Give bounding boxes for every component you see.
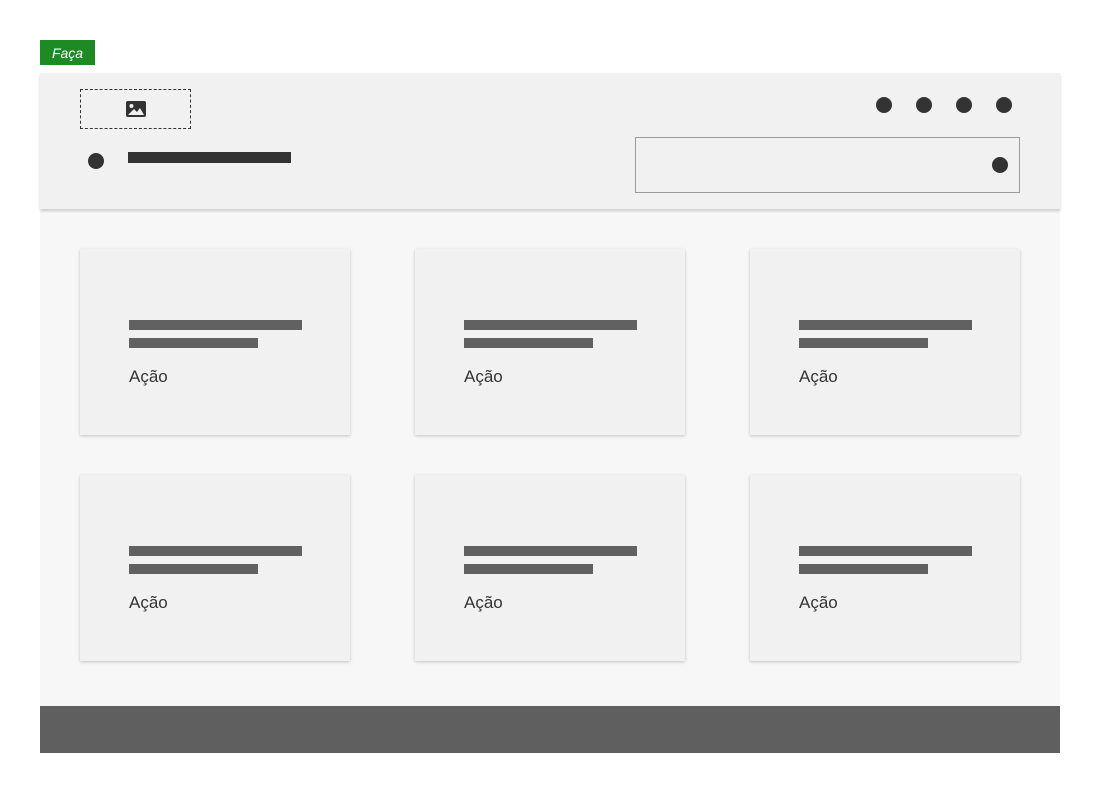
card-action-link[interactable]: Ação bbox=[129, 366, 168, 388]
nav-menu bbox=[876, 97, 1016, 113]
nav-item-3-icon[interactable] bbox=[956, 97, 972, 113]
search-icon[interactable] bbox=[992, 157, 1008, 173]
card-subtitle-placeholder bbox=[129, 564, 258, 574]
card-action-link[interactable]: Ação bbox=[464, 592, 503, 614]
header bbox=[40, 73, 1060, 209]
card: Ação bbox=[415, 475, 685, 661]
card-action-link[interactable]: Ação bbox=[129, 592, 168, 614]
card-title-placeholder bbox=[129, 320, 302, 330]
card-subtitle-placeholder bbox=[799, 564, 928, 574]
search-input[interactable] bbox=[635, 137, 1020, 193]
card-subtitle-placeholder bbox=[129, 338, 258, 348]
card-subtitle-placeholder bbox=[799, 338, 928, 348]
card-action-link[interactable]: Ação bbox=[799, 366, 838, 388]
card-title-placeholder bbox=[129, 546, 302, 556]
card: Ação bbox=[80, 249, 350, 435]
logo-placeholder[interactable] bbox=[80, 89, 191, 129]
page-frame: Ação Ação Ação Ação Ação Ação bbox=[40, 73, 1060, 753]
nav-item-1-icon[interactable] bbox=[876, 97, 892, 113]
card-subtitle-placeholder bbox=[464, 564, 593, 574]
card-action-link[interactable]: Ação bbox=[464, 366, 503, 388]
card-title-placeholder bbox=[464, 546, 637, 556]
wireframe-canvas: Faça Ação Ação Ação Ação Ação Ação bbox=[0, 0, 1100, 793]
page-title-placeholder bbox=[128, 152, 291, 163]
card: Ação bbox=[80, 475, 350, 661]
card-action-link[interactable]: Ação bbox=[799, 592, 838, 614]
card-title-placeholder bbox=[799, 320, 972, 330]
card-title-placeholder bbox=[799, 546, 972, 556]
image-icon bbox=[125, 101, 146, 117]
do-tag: Faça bbox=[40, 40, 95, 65]
nav-item-4-icon[interactable] bbox=[996, 97, 1012, 113]
title-icon bbox=[88, 153, 104, 169]
card: Ação bbox=[750, 475, 1020, 661]
card: Ação bbox=[750, 249, 1020, 435]
card-subtitle-placeholder bbox=[464, 338, 593, 348]
footer bbox=[40, 706, 1060, 753]
card: Ação bbox=[415, 249, 685, 435]
nav-item-2-icon[interactable] bbox=[916, 97, 932, 113]
card-title-placeholder bbox=[464, 320, 637, 330]
